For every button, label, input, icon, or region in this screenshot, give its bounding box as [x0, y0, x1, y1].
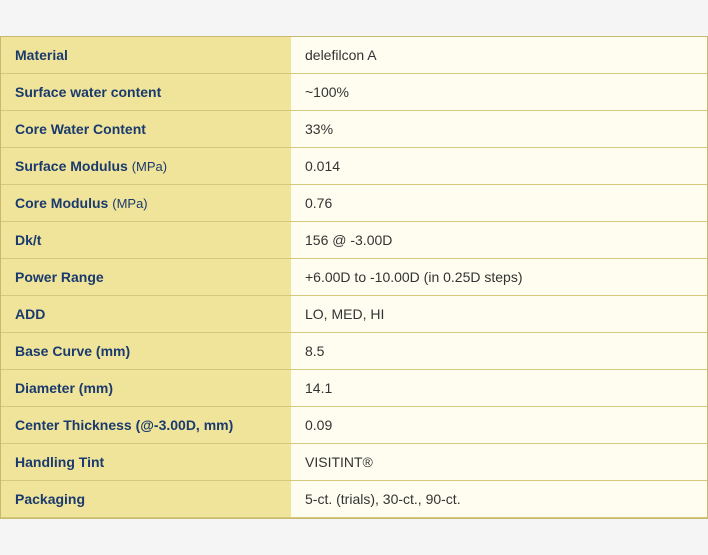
- row-value: 5-ct. (trials), 30-ct., 90-ct.: [291, 481, 707, 518]
- table-row: Surface water content~100%: [1, 74, 707, 111]
- row-value: 156 @ -3.00D: [291, 222, 707, 259]
- row-value: 0.09: [291, 407, 707, 444]
- table-row: Base Curve (mm)8.5: [1, 333, 707, 370]
- row-label: Diameter (mm): [1, 370, 291, 407]
- table-row: Dk/t156 @ -3.00D: [1, 222, 707, 259]
- row-label: Core Modulus (MPa): [1, 185, 291, 222]
- table-row: ADDLO, MED, HI: [1, 296, 707, 333]
- table-row: Packaging5-ct. (trials), 30-ct., 90-ct.: [1, 481, 707, 518]
- row-label: Material: [1, 37, 291, 74]
- row-label: Packaging: [1, 481, 291, 518]
- row-value: 0.014: [291, 148, 707, 185]
- row-label: Dk/t: [1, 222, 291, 259]
- row-label: Center Thickness (@-3.00D, mm): [1, 407, 291, 444]
- table-row: Power Range+6.00D to -10.00D (in 0.25D s…: [1, 259, 707, 296]
- row-value: 14.1: [291, 370, 707, 407]
- row-value: VISITINT®: [291, 444, 707, 481]
- table-row: Core Modulus (MPa)0.76: [1, 185, 707, 222]
- table-row: Materialdelefilcon A: [1, 37, 707, 74]
- row-value: +6.00D to -10.00D (in 0.25D steps): [291, 259, 707, 296]
- row-label: ADD: [1, 296, 291, 333]
- row-value: 8.5: [291, 333, 707, 370]
- table-row: Handling TintVISITINT®: [1, 444, 707, 481]
- row-value: LO, MED, HI: [291, 296, 707, 333]
- row-label: Core Water Content: [1, 111, 291, 148]
- row-label: Base Curve (mm): [1, 333, 291, 370]
- table-row: Core Water Content33%: [1, 111, 707, 148]
- row-value: delefilcon A: [291, 37, 707, 74]
- row-label: Surface Modulus (MPa): [1, 148, 291, 185]
- table-row: Diameter (mm)14.1: [1, 370, 707, 407]
- specs-table: Materialdelefilcon ASurface water conten…: [0, 36, 708, 519]
- table-row: Center Thickness (@-3.00D, mm)0.09: [1, 407, 707, 444]
- row-value: 33%: [291, 111, 707, 148]
- table-row: Surface Modulus (MPa)0.014: [1, 148, 707, 185]
- row-label: Handling Tint: [1, 444, 291, 481]
- row-value: ~100%: [291, 74, 707, 111]
- row-value: 0.76: [291, 185, 707, 222]
- row-label: Surface water content: [1, 74, 291, 111]
- row-label: Power Range: [1, 259, 291, 296]
